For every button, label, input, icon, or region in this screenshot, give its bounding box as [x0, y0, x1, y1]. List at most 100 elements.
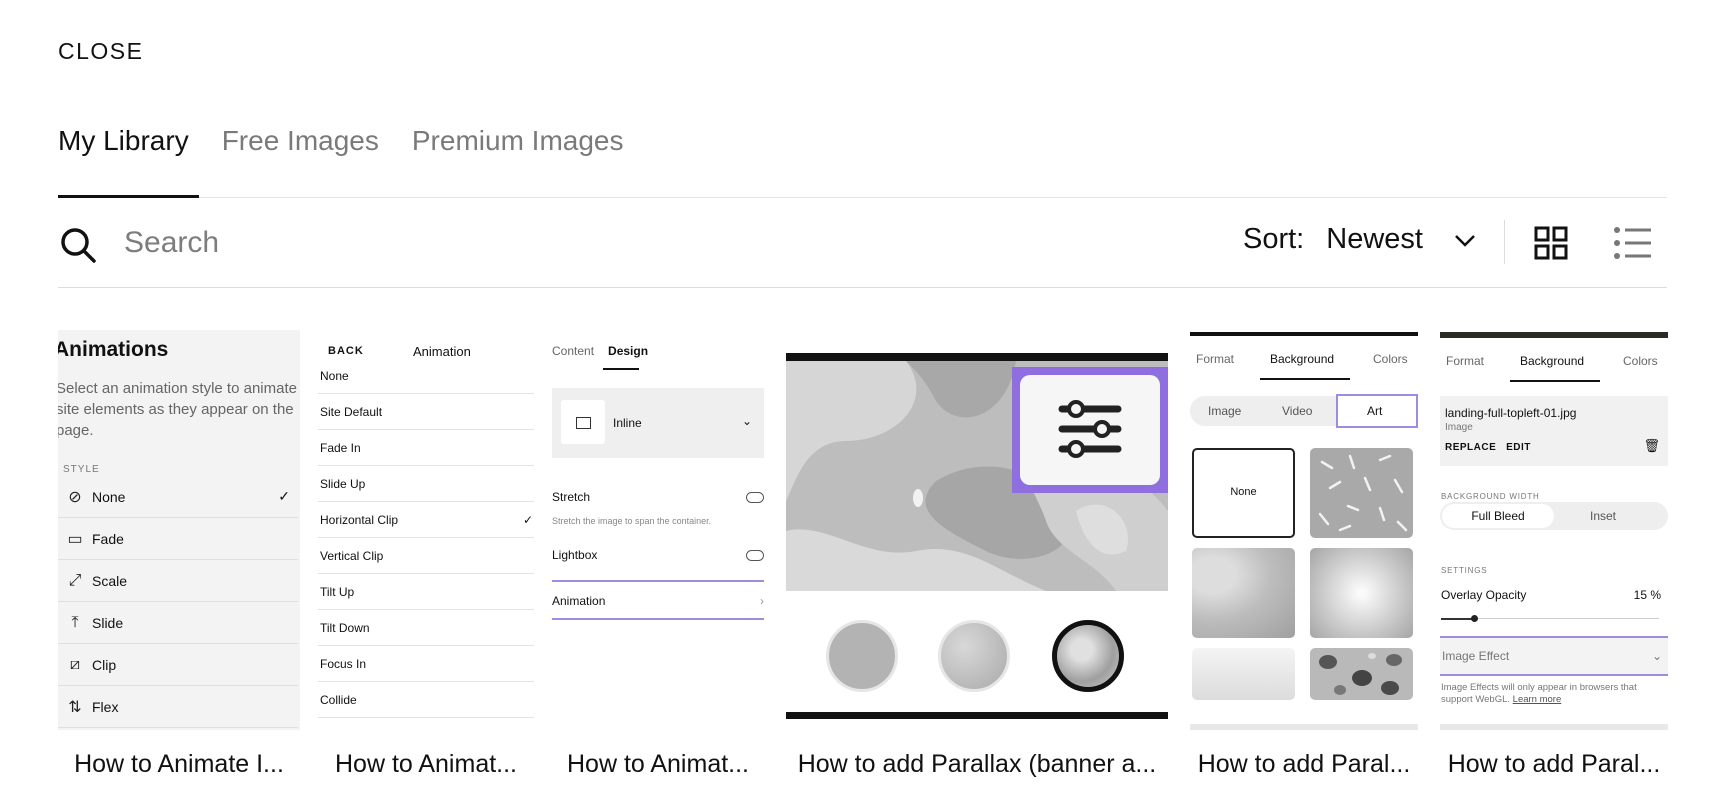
- thumb-file-info: landing-full-topleft-01.jpg Image REPLAC…: [1440, 396, 1668, 466]
- list-item-label: Focus In: [320, 656, 367, 671]
- thumb-segment-full-bleed: Full Bleed: [1442, 504, 1554, 528]
- thumb-tab-colors: Colors: [1623, 354, 1658, 368]
- art-tile: [1310, 648, 1413, 700]
- sort-value: Newest: [1326, 223, 1423, 255]
- tab-my-library[interactable]: My Library: [58, 125, 189, 157]
- image-thumbnail: BACK Animation None Site Default Fade In…: [318, 330, 534, 730]
- chevron-down-icon: [1455, 234, 1475, 247]
- thumb-segment-video: Video: [1282, 404, 1313, 418]
- list-item: Site Default: [318, 394, 534, 430]
- list-item: Collide: [318, 682, 534, 718]
- image-card[interactable]: Animations Select an animation style to …: [58, 330, 300, 778]
- list-item-label: Clip: [92, 656, 117, 673]
- frame-bar: [1190, 724, 1418, 730]
- list-item-label: Slide: [92, 614, 124, 631]
- image-card[interactable]: How to add Parallax (banner a...: [786, 330, 1168, 778]
- thumb-segment-label: Art: [1367, 404, 1383, 418]
- image-card[interactable]: Format Background Colors landing-full-to…: [1440, 330, 1668, 778]
- flex-icon: ⇅: [68, 698, 82, 716]
- list-item-label: Scale: [92, 572, 128, 589]
- thumb-tab-indicator: [603, 368, 639, 370]
- fade-icon: ▭: [67, 530, 83, 548]
- art-tile: [1192, 548, 1295, 638]
- library-tabs: My Library Free Images Premium Images: [58, 125, 624, 157]
- thumb-image-effect-select: Image Effect ⌄: [1440, 636, 1668, 676]
- image-card[interactable]: Content Design Inline ⌄ Stretch Stretch t…: [552, 330, 764, 778]
- view-divider: [1504, 220, 1505, 264]
- art-swatch-selected: [1052, 620, 1124, 692]
- list-item-label: Vertical Clip: [320, 548, 384, 563]
- frame-bar: [1190, 332, 1418, 336]
- thumb-option-label: Animation: [552, 594, 606, 608]
- thumb-tab-design: Design: [608, 344, 649, 358]
- thumb-option-lightbox: Lightbox: [552, 548, 764, 562]
- thumb-section-label: SETTINGS: [1441, 566, 1488, 575]
- thumb-opacity-label: Overlay Opacity: [1441, 588, 1527, 602]
- check-icon: ✓: [522, 512, 533, 527]
- grid-view-icon[interactable]: [1534, 226, 1568, 260]
- list-item-label: Collide: [320, 692, 357, 707]
- image-strip: [1440, 332, 1668, 338]
- card-title: How to Animat...: [334, 750, 518, 778]
- art-tile: [1310, 548, 1413, 638]
- image-thumbnail: Animations Select an animation style to …: [58, 330, 300, 730]
- thumb-layout-select: Inline ⌄: [552, 388, 764, 458]
- spots-pattern: [1319, 653, 1402, 695]
- list-item-label: Site Default: [320, 404, 383, 419]
- thumb-section-label: BACKGROUND WIDTH: [1441, 492, 1540, 501]
- list-item-label: Flex: [92, 698, 119, 715]
- thumb-layout-value: Inline: [613, 416, 642, 430]
- list-item-label: Tilt Up: [320, 584, 355, 599]
- thumb-segment-inset: Inset: [1590, 509, 1617, 523]
- card-title: How to Animate I...: [74, 750, 284, 778]
- toggle-icon: [746, 492, 764, 503]
- image-thumbnail: Format Background Colors Image Video Art…: [1190, 330, 1418, 730]
- list-item: Tilt Down: [318, 610, 534, 646]
- list-item: ⧄ Clip: [58, 644, 298, 686]
- list-item-label: None: [320, 368, 349, 383]
- list-item: None: [318, 358, 534, 394]
- toggle-icon: [746, 550, 764, 561]
- thumb-option-animation: Animation ›: [552, 580, 764, 620]
- sort-dropdown[interactable]: Sort: Newest: [1243, 223, 1477, 256]
- thumb-segment-art: Art: [1336, 394, 1418, 428]
- thumb-option-stretch: Stretch: [552, 490, 764, 504]
- search-icon[interactable]: [58, 225, 98, 265]
- check-icon: ✓: [278, 488, 290, 504]
- list-item-label: Horizontal Clip: [320, 512, 399, 527]
- list-view-icon[interactable]: [1614, 226, 1652, 260]
- thumb-file-type: Image: [1445, 422, 1473, 433]
- art-swatch: [938, 620, 1010, 692]
- sort-label: Sort:: [1243, 223, 1305, 255]
- close-button[interactable]: CLOSE: [58, 38, 143, 65]
- art-tile-none: None: [1192, 448, 1295, 538]
- search-input[interactable]: [124, 220, 624, 266]
- thumb-tab-background: Background: [1520, 354, 1585, 368]
- art-tile: [1310, 448, 1413, 538]
- image-thumbnail: Format Background Colors landing-full-to…: [1440, 330, 1668, 730]
- thumb-tab-colors: Colors: [1373, 352, 1408, 366]
- thumb-option-hint: Stretch the image to span the container.: [552, 516, 712, 526]
- trash-icon: 🗑: [1643, 438, 1660, 453]
- image-card[interactable]: Format Background Colors Image Video Art…: [1190, 330, 1418, 778]
- thumb-tab-content: Content: [552, 344, 595, 358]
- thumb-tab-format: Format: [1196, 352, 1235, 366]
- image-card[interactable]: BACK Animation None Site Default Fade In…: [318, 330, 534, 778]
- list-item: Vertical Clip: [318, 538, 534, 574]
- thumb-tab-indicator: [1510, 380, 1600, 382]
- slide-icon: ⤒: [71, 613, 79, 631]
- list-item-label: Fade In: [320, 440, 361, 455]
- list-item-label: None: [92, 488, 126, 505]
- clip-icon: ⧄: [69, 655, 81, 673]
- image-thumbnail: [786, 330, 1168, 730]
- thumb-tab-indicator: [1260, 378, 1350, 380]
- list-item: ⇅ Flex: [58, 686, 298, 728]
- tab-premium-images[interactable]: Premium Images: [412, 125, 624, 157]
- thumb-file-actions: REPLACE EDIT: [1445, 442, 1531, 453]
- art-tile-label: None: [1230, 486, 1257, 498]
- thumb-effect-label: Image Effect: [1442, 649, 1510, 663]
- list-item: Fade In: [318, 430, 534, 466]
- thumb-segment-control: Image Video Art: [1190, 394, 1418, 428]
- tab-free-images[interactable]: Free Images: [222, 125, 379, 157]
- art-swatch: [826, 620, 898, 692]
